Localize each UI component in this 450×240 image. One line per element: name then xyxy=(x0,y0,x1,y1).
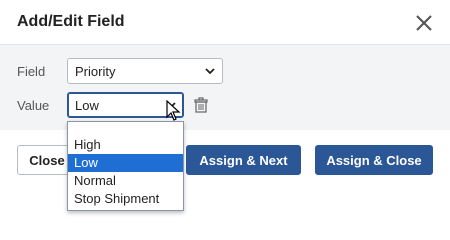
field-select-value: Priority xyxy=(75,64,116,79)
value-label: Value xyxy=(17,98,50,113)
mouse-cursor-icon xyxy=(166,100,181,121)
close-icon[interactable] xyxy=(412,11,436,35)
dropdown-option-normal[interactable]: Normal xyxy=(68,172,183,190)
field-label: Field xyxy=(17,64,46,79)
dropdown-option-stop-shipment[interactable]: Stop Shipment xyxy=(68,190,183,208)
value-select-value: Low xyxy=(75,98,99,113)
dialog-header: Add/Edit Field xyxy=(0,0,450,45)
assign-close-button-label: Assign & Close xyxy=(326,152,422,168)
dropdown-option-high[interactable]: High xyxy=(68,136,183,154)
assign-next-button-label: Assign & Next xyxy=(199,152,288,168)
dropdown-option-low[interactable]: Low xyxy=(68,154,183,172)
close-button-label: Close xyxy=(29,152,65,168)
trash-icon[interactable] xyxy=(193,97,209,113)
assign-next-button[interactable]: Assign & Next xyxy=(186,145,301,175)
chevron-down-icon xyxy=(205,68,215,75)
assign-close-button[interactable]: Assign & Close xyxy=(315,145,433,175)
dialog-title: Add/Edit Field xyxy=(17,13,125,30)
field-select[interactable]: Priority xyxy=(67,58,223,84)
add-edit-field-dialog: Add/Edit Field Field Priority Value Low … xyxy=(0,0,450,223)
value-dropdown-list: High Low Normal Stop Shipment xyxy=(67,121,184,211)
